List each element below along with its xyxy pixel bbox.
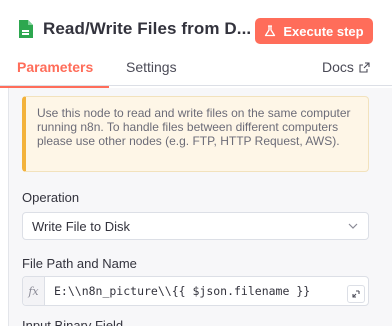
chevron-down-icon bbox=[348, 223, 358, 229]
fx-icon: fx bbox=[23, 277, 45, 305]
operation-select[interactable]: Write File to Disk bbox=[22, 212, 369, 240]
operation-label: Operation bbox=[22, 190, 80, 205]
node-header: Read/Write Files from D... Execute step bbox=[0, 0, 392, 56]
node-details-panel: Read/Write Files from D... Execute step … bbox=[0, 0, 392, 326]
input-binary-field-label: Input Binary Field bbox=[22, 318, 124, 326]
info-notice: Use this node to read and write files on… bbox=[22, 96, 369, 172]
tab-settings[interactable]: Settings bbox=[126, 59, 177, 75]
file-path-expression-input[interactable]: fx E:\\n8n_picture\\{{ $json.filename }} bbox=[22, 276, 369, 306]
file-path-expression[interactable]: E:\\n8n_picture\\{{ $json.filename }} bbox=[54, 284, 310, 298]
execute-step-label: Execute step bbox=[283, 23, 364, 39]
tab-bar: Parameters Settings Docs bbox=[0, 56, 392, 86]
flask-icon bbox=[265, 25, 276, 37]
expand-icon bbox=[352, 290, 360, 298]
file-icon bbox=[19, 20, 33, 38]
node-title[interactable]: Read/Write Files from D... bbox=[43, 19, 251, 39]
execute-step-button[interactable]: Execute step bbox=[255, 18, 373, 44]
tab-docs-label: Docs bbox=[322, 59, 354, 75]
external-link-icon bbox=[359, 61, 370, 73]
operation-value: Write File to Disk bbox=[32, 219, 130, 234]
expand-editor-button[interactable] bbox=[347, 285, 365, 303]
file-path-label: File Path and Name bbox=[22, 256, 137, 271]
tab-parameters[interactable]: Parameters bbox=[17, 59, 93, 75]
tab-docs[interactable]: Docs bbox=[322, 59, 370, 75]
